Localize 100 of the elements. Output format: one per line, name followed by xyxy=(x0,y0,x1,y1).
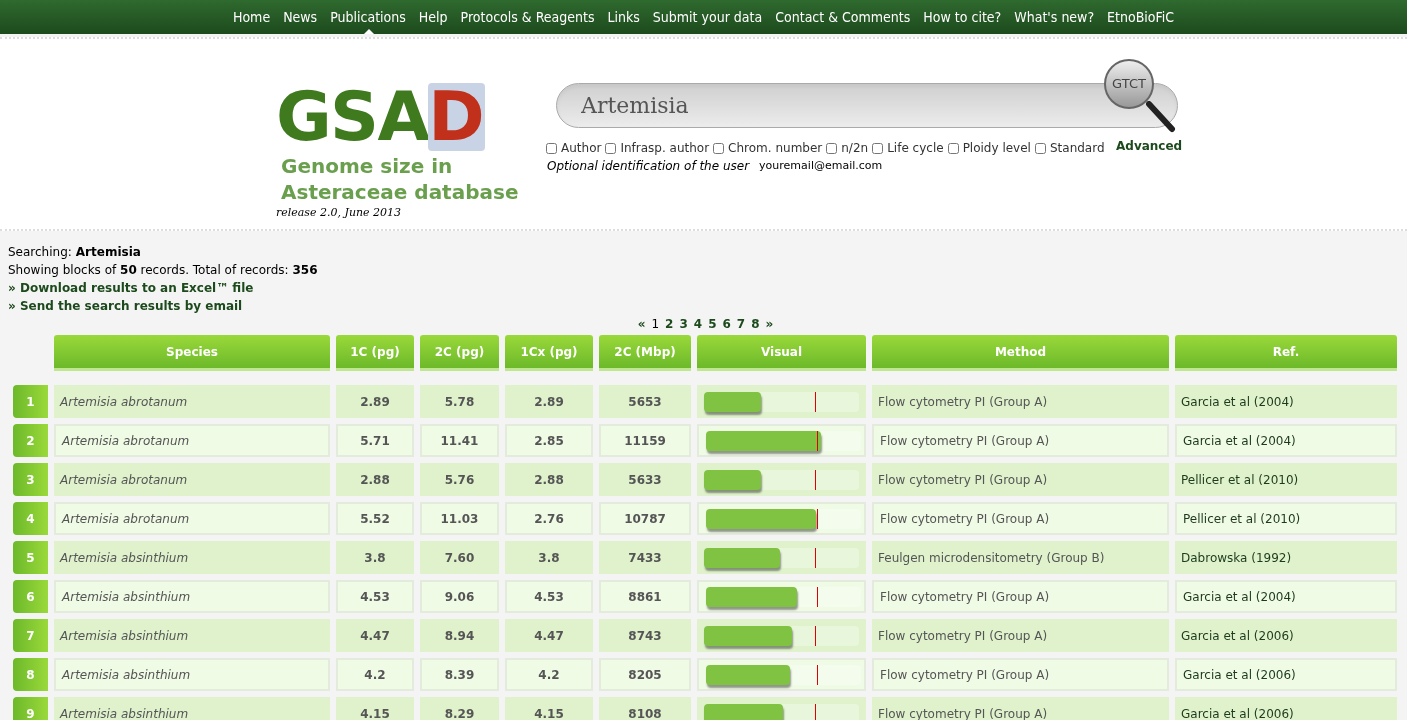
option-checkbox[interactable] xyxy=(947,142,959,154)
row-number: 3 xyxy=(13,463,48,496)
release-note: release 2.0, June 2013 xyxy=(276,205,403,221)
value-cell: 8.39 xyxy=(420,658,499,691)
nav-link[interactable]: How to cite? xyxy=(923,0,1002,34)
nav-link[interactable]: Protocols & Reagents xyxy=(460,0,595,34)
page-link[interactable]: 5 xyxy=(708,315,717,333)
value-cell: 5.52 xyxy=(336,502,414,535)
column-header: 1C (pg) xyxy=(336,335,414,371)
value-cell: 2.76 xyxy=(505,502,593,535)
reference-marker xyxy=(817,586,818,607)
method-cell: Flow cytometry PI (Group A) xyxy=(872,502,1169,535)
option-checkbox[interactable] xyxy=(872,142,884,154)
column-header: 2C (Mbp) xyxy=(599,335,691,371)
option-checkbox[interactable] xyxy=(546,142,557,154)
value-cell: 4.47 xyxy=(505,619,593,652)
searching-label: Searching: xyxy=(8,244,72,261)
value-cell: 2.89 xyxy=(505,385,593,418)
value-cell: 4.15 xyxy=(505,697,593,720)
species-cell: Artemisia abrotanum xyxy=(54,463,330,496)
searching-value: Artemisia xyxy=(75,244,141,261)
value-cell: 2.85 xyxy=(505,424,593,457)
option-label: Chrom. number xyxy=(728,140,823,157)
nav-link[interactable]: Submit your data xyxy=(652,0,763,34)
value-cell: 11.41 xyxy=(420,424,499,457)
option-label: Infrasp. author xyxy=(620,140,710,157)
species-cell: Artemisia abrotanum xyxy=(54,502,330,535)
nav-link[interactable]: EtnoBioFiC xyxy=(1107,0,1175,34)
page-link[interactable]: » xyxy=(765,315,774,333)
page-link[interactable]: 1 xyxy=(651,315,660,333)
option-checkbox[interactable] xyxy=(713,142,725,154)
option-checkbox[interactable] xyxy=(1034,142,1046,154)
method-cell: Flow cytometry PI (Group A) xyxy=(872,424,1169,457)
method-cell: Flow cytometry PI (Group A) xyxy=(872,697,1169,720)
reference-cell: Garcia et al (2006) xyxy=(1175,619,1397,652)
page-link[interactable]: 4 xyxy=(693,315,703,333)
logo-subtitle: Asteraceae database xyxy=(281,179,520,205)
reference-marker xyxy=(817,664,818,685)
option-label: Standard xyxy=(1049,140,1105,157)
value-cell: 8.94 xyxy=(420,619,499,652)
result-link[interactable]: » Download results to an Excel™ file xyxy=(8,279,254,297)
method-cell: Flow cytometry PI (Group A) xyxy=(872,658,1169,691)
nav-link[interactable]: What's new? xyxy=(1014,0,1095,34)
reference-cell: Garcia et al (2006) xyxy=(1175,697,1397,720)
nav-link[interactable]: News xyxy=(283,0,318,34)
reference-cell: Garcia et al (2006) xyxy=(1175,658,1397,691)
value-cell: 9.06 xyxy=(420,580,499,613)
nav-link[interactable]: Publications xyxy=(330,0,406,34)
value-cell: 8205 xyxy=(599,658,691,691)
value-cell: 5.76 xyxy=(420,463,499,496)
value-cell: 5653 xyxy=(599,385,691,418)
row-number: 6 xyxy=(13,580,48,613)
row-number: 8 xyxy=(13,658,48,691)
species-cell: Artemisia abrotanum xyxy=(54,385,330,418)
reference-marker xyxy=(817,430,818,451)
species-cell: Artemisia absinthium xyxy=(54,619,330,652)
species-cell: Artemisia absinthium xyxy=(54,697,330,720)
column-header: 2C (pg) xyxy=(420,335,499,371)
email-field[interactable]: youremail@email.com xyxy=(759,157,920,175)
advanced-link[interactable]: Advanced xyxy=(1116,137,1183,155)
value-cell: 5.71 xyxy=(336,424,414,457)
value-cell: 4.53 xyxy=(336,580,414,613)
value-cell: 8.29 xyxy=(420,697,499,720)
page-link[interactable]: 2 xyxy=(665,315,674,333)
row-number: 4 xyxy=(13,502,48,535)
value-cell: 3.8 xyxy=(336,541,414,574)
reference-marker xyxy=(815,703,816,720)
reference-marker xyxy=(815,391,816,412)
page-link[interactable]: 6 xyxy=(722,315,731,333)
value-cell: 4.15 xyxy=(336,697,414,720)
value-cell: 11159 xyxy=(599,424,691,457)
nav-link[interactable]: Links xyxy=(607,0,640,34)
option-label: n/2n xyxy=(841,140,869,157)
reference-cell: Garcia et al (2004) xyxy=(1175,424,1397,457)
value-cell: 4.2 xyxy=(336,658,414,691)
page-link[interactable]: « xyxy=(637,315,646,333)
records-summary: Showing blocks of 50 records. Total of records: 356 xyxy=(8,262,319,279)
search-button[interactable]: GTCT xyxy=(1104,59,1154,109)
column-header: Ref. xyxy=(1175,335,1397,371)
nav-link[interactable]: Help xyxy=(418,0,448,34)
value-cell: 8743 xyxy=(599,619,691,652)
value-cell: 11.03 xyxy=(420,502,499,535)
page-link[interactable]: 3 xyxy=(679,315,688,333)
value-cell: 3.8 xyxy=(505,541,593,574)
value-cell: 2.89 xyxy=(336,385,414,418)
option-checkbox[interactable] xyxy=(605,142,617,154)
nav-link[interactable]: Contact & Comments xyxy=(775,0,911,34)
option-checkbox[interactable] xyxy=(826,142,838,154)
page-link[interactable]: 7 xyxy=(736,315,746,333)
page-link[interactable]: 8 xyxy=(751,315,760,333)
column-header: Visual xyxy=(697,335,866,371)
nav-link[interactable]: Home xyxy=(232,0,271,34)
value-cell: 2.88 xyxy=(336,463,414,496)
value-cell: 2.88 xyxy=(505,463,593,496)
value-cell: 4.2 xyxy=(505,658,593,691)
reference-cell: Garcia et al (2004) xyxy=(1175,580,1397,613)
result-link[interactable]: » Send the search results by email xyxy=(8,297,243,315)
species-cell: Artemisia absinthium xyxy=(54,541,330,574)
species-cell: Artemisia absinthium xyxy=(54,658,330,691)
option-label: Author xyxy=(561,140,602,157)
